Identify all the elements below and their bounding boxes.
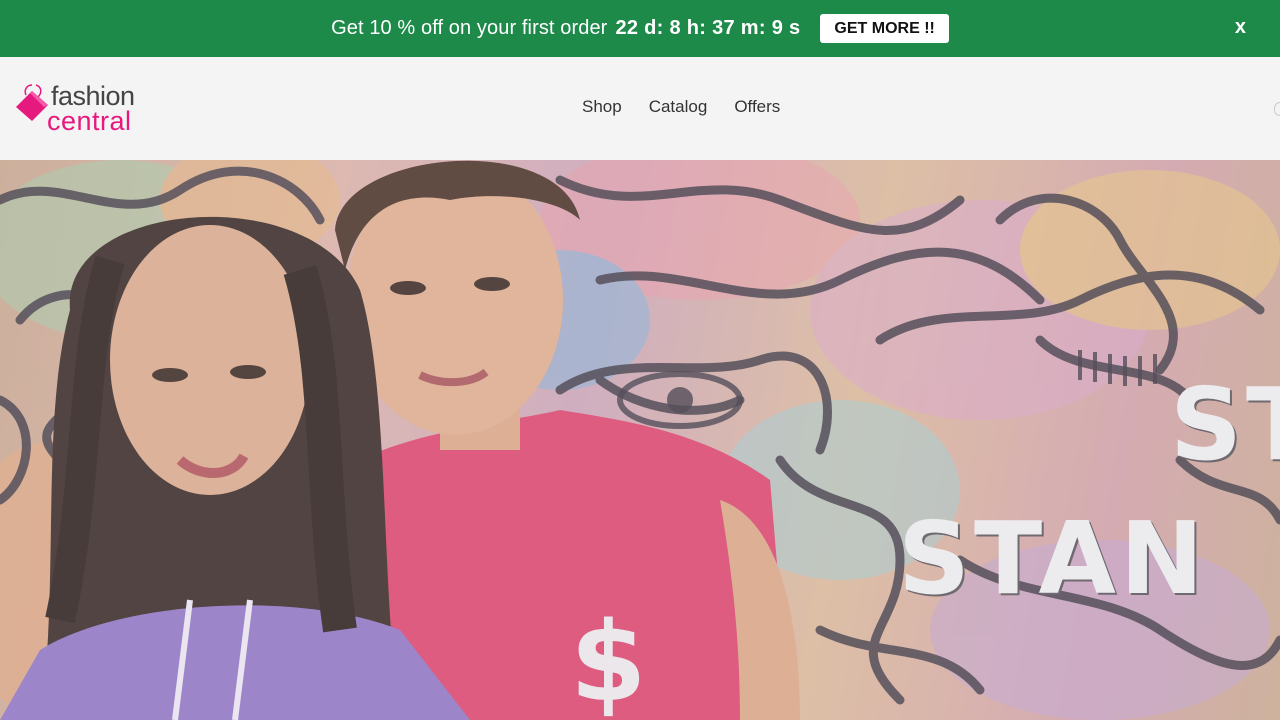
hero-graffiti-background: $ (0, 160, 1280, 720)
promo-text: Get 10 % off on your first order (331, 17, 608, 39)
logo-word-central: central (47, 106, 132, 136)
hero-headline-line-1: ST (1170, 366, 1280, 483)
site-header: fashion central Shop Catalog Offers (0, 57, 1280, 160)
hero-headline-line-2: STAN (898, 500, 1208, 617)
promo-bar: Get 10 % off on your first order 22 d: 8… (0, 0, 1280, 57)
main-nav: Shop Catalog Offers (582, 97, 780, 117)
promo-countdown: 22 d: 8 h: 37 m: 9 s (615, 17, 801, 39)
get-more-button[interactable]: GET MORE !! (820, 14, 949, 43)
hero-banner[interactable]: $ ST STAN (0, 160, 1280, 720)
site-logo[interactable]: fashion central (14, 79, 154, 139)
nav-link-offers[interactable]: Offers (734, 97, 780, 117)
promo-close-button[interactable]: x (1235, 16, 1246, 39)
nav-link-catalog[interactable]: Catalog (649, 97, 708, 117)
shopping-bag-icon (16, 84, 48, 121)
search-icon[interactable] (1274, 102, 1280, 116)
nav-link-shop[interactable]: Shop (582, 97, 622, 117)
